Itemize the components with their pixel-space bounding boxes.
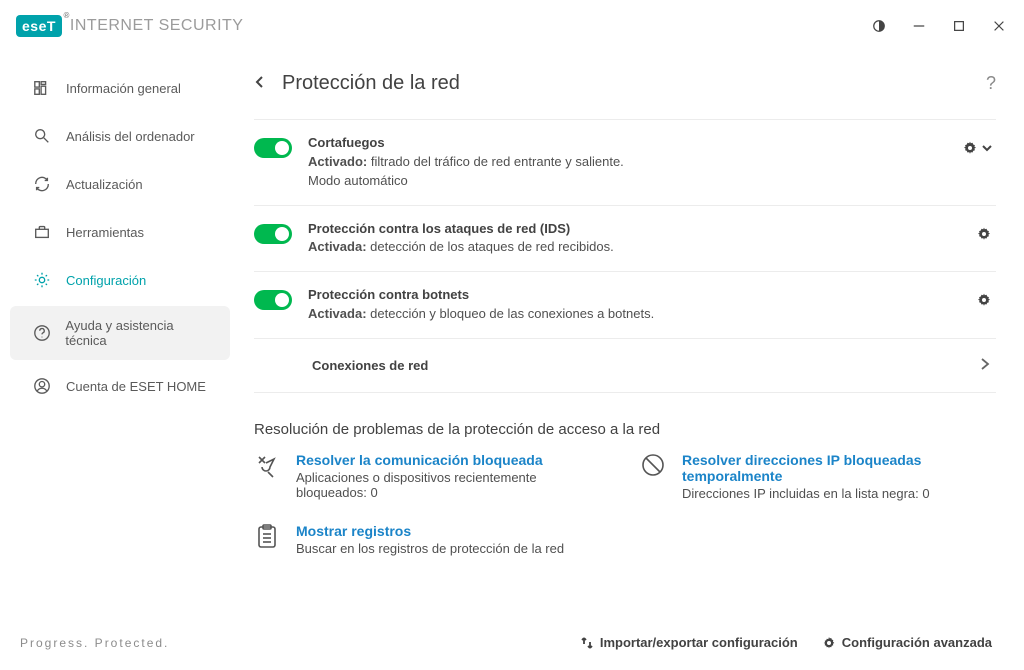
row-settings-button[interactable] xyxy=(976,292,992,308)
minimize-button[interactable] xyxy=(910,17,928,35)
footer-label: Importar/exportar configuración xyxy=(600,635,798,650)
row-extra: Modo automático xyxy=(308,172,946,191)
help-icon[interactable]: ? xyxy=(986,73,996,94)
sidebar-item-scan[interactable]: Análisis del ordenador xyxy=(10,114,230,158)
chevron-right-icon xyxy=(978,357,992,374)
search-icon xyxy=(32,126,52,146)
sidebar-item-home-account[interactable]: Cuenta de ESET HOME xyxy=(10,364,230,408)
row-title: Protección contra los ataques de red (ID… xyxy=(308,220,960,239)
sidebar-item-label: Cuenta de ESET HOME xyxy=(66,379,206,394)
toolbox-icon xyxy=(32,222,52,242)
user-circle-icon xyxy=(32,376,52,396)
dashboard-icon xyxy=(32,78,52,98)
row-title: Protección contra botnets xyxy=(308,286,960,305)
card-desc: Aplicaciones o dispositivos recientement… xyxy=(296,470,610,500)
row-firewall: Cortafuegos Activado: filtrado del tráfi… xyxy=(254,120,996,206)
row-ids: Protección contra los ataques de red (ID… xyxy=(254,206,996,273)
sidebar-item-overview[interactable]: Información general xyxy=(10,66,230,110)
card-blocked-communication: Resolver la comunicación bloqueada Aplic… xyxy=(254,452,610,501)
page-title: Protección de la red xyxy=(282,72,460,95)
refresh-icon xyxy=(32,174,52,194)
row-desc: Activado: filtrado del tráfico de red en… xyxy=(308,153,946,172)
sidebar: Información general Análisis del ordenad… xyxy=(0,52,240,670)
product-name: INTERNET SECURITY xyxy=(70,17,244,35)
question-circle-icon xyxy=(32,323,51,343)
card-title[interactable]: Resolver la comunicación bloqueada xyxy=(296,452,610,468)
toggle-ids[interactable] xyxy=(254,224,292,244)
tools-crossed-icon xyxy=(254,452,282,480)
sidebar-item-label: Actualización xyxy=(66,177,143,192)
card-desc: Buscar en los registros de protección de… xyxy=(296,541,564,556)
sidebar-item-label: Ayuda y asistencia técnica xyxy=(65,318,214,348)
main-footer: Importar/exportar configuración Configur… xyxy=(254,621,996,660)
row-title: Conexiones de red xyxy=(258,358,428,373)
gear-icon xyxy=(32,270,52,290)
troubleshoot-heading: Resolución de problemas de la protección… xyxy=(254,421,996,438)
row-desc: Activada: detección y bloqueo de las con… xyxy=(308,305,960,324)
sidebar-item-label: Análisis del ordenador xyxy=(66,129,195,144)
footer-label: Configuración avanzada xyxy=(842,635,992,650)
chevron-down-icon xyxy=(982,141,992,156)
maximize-button[interactable] xyxy=(950,17,968,35)
back-button[interactable] xyxy=(254,76,266,91)
sidebar-item-tools[interactable]: Herramientas xyxy=(10,210,230,254)
row-botnet: Protección contra botnets Activada: dete… xyxy=(254,272,996,339)
sidebar-item-label: Información general xyxy=(66,81,181,96)
window-controls xyxy=(870,17,1008,35)
logo-badge: eseT xyxy=(16,15,62,37)
advanced-setup-button[interactable]: Configuración avanzada xyxy=(822,635,992,650)
card-show-logs: Mostrar registros Buscar en los registro… xyxy=(254,523,610,556)
clipboard-list-icon xyxy=(254,523,282,551)
product-logo: eseT INTERNET SECURITY xyxy=(16,15,243,37)
card-blocked-ip: Resolver direcciones IP bloqueadas tempo… xyxy=(640,452,996,501)
row-settings-menu[interactable] xyxy=(962,140,992,156)
card-desc: Direcciones IP incluidas en la lista neg… xyxy=(682,486,996,501)
page-header: Protección de la red ? xyxy=(254,72,996,95)
row-network-connections[interactable]: Conexiones de red xyxy=(254,339,996,393)
row-desc: Activada: detección de los ataques de re… xyxy=(308,238,960,257)
main-panel: Protección de la red ? Cortafuegos Activ… xyxy=(240,52,1024,670)
titlebar: eseT INTERNET SECURITY xyxy=(0,0,1024,52)
sidebar-item-help[interactable]: Ayuda y asistencia técnica xyxy=(10,306,230,360)
troubleshoot-cards: Resolver la comunicación bloqueada Aplic… xyxy=(254,452,996,556)
sidebar-item-setup[interactable]: Configuración xyxy=(10,258,230,302)
row-settings-button[interactable] xyxy=(976,226,992,242)
import-export-button[interactable]: Importar/exportar configuración xyxy=(580,635,798,650)
toggle-firewall[interactable] xyxy=(254,138,292,158)
card-title[interactable]: Mostrar registros xyxy=(296,523,564,539)
row-title: Cortafuegos xyxy=(308,134,946,153)
sidebar-item-label: Configuración xyxy=(66,273,146,288)
close-button[interactable] xyxy=(990,17,1008,35)
sidebar-item-label: Herramientas xyxy=(66,225,144,240)
sidebar-item-update[interactable]: Actualización xyxy=(10,162,230,206)
blocked-circle-icon xyxy=(640,452,668,480)
protection-rows: Cortafuegos Activado: filtrado del tráfi… xyxy=(254,119,996,393)
contrast-icon[interactable] xyxy=(870,17,888,35)
card-title[interactable]: Resolver direcciones IP bloqueadas tempo… xyxy=(682,452,996,484)
tagline: Progress. Protected. xyxy=(0,636,240,670)
toggle-botnet[interactable] xyxy=(254,290,292,310)
